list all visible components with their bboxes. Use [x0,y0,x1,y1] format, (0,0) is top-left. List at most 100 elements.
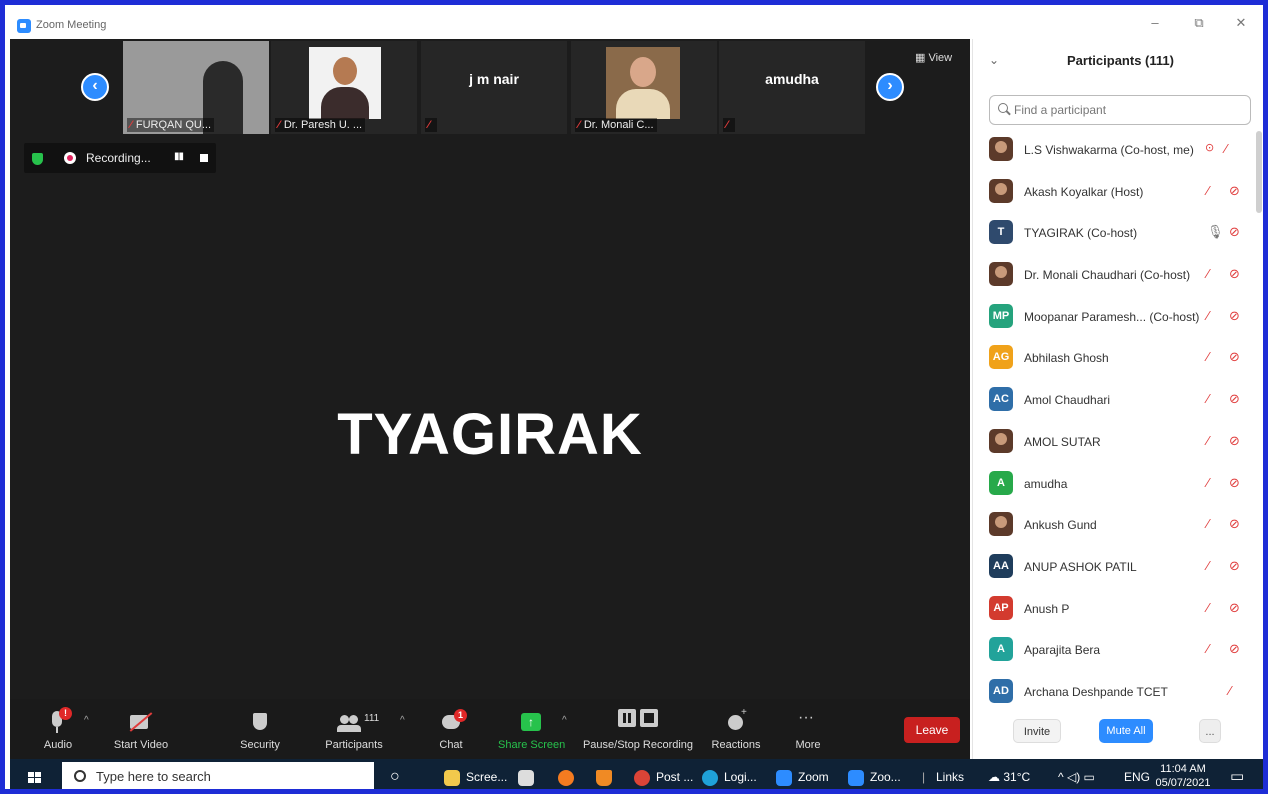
more-label: More [795,739,821,751]
share-screen-button[interactable]: ↑ Share Screen [498,707,566,751]
thumbnail-label: ⁄ [723,118,735,132]
video-off-icon: ⊘ [1229,474,1240,490]
participant-name: TYAGIRAK (Co-host) [1024,226,1138,241]
video-off-icon: ⊘ [1229,224,1240,240]
taskbar-app-chrome[interactable]: Post ... [634,759,693,789]
participant-name: L.S Vishwakarma (Co-host, me) [1024,143,1194,157]
participant-row[interactable]: Akash Koyalkar (Host) ⁄ ⊘ [973,171,1253,213]
taskbar-app-edge[interactable]: Logi... [702,759,757,789]
thumbnail-video[interactable]: ⁄ Dr. Paresh U. ... [271,41,417,134]
panel-more-button[interactable]: ... [1199,719,1221,743]
search-icon [998,103,1008,113]
share-options-caret[interactable]: ^ [562,715,567,726]
participant-name: AMOL SUTAR [1024,434,1101,449]
participants-button[interactable]: 111 Participants [322,707,386,751]
participant-row[interactable]: T TYAGIRAK (Co-host) 🎙 ⊘ [973,212,1253,254]
chrome-icon [634,769,650,786]
participant-row[interactable]: A Aparajita Bera ⁄ ⊘ [973,629,1253,671]
participant-row[interactable]: Aamudha ⁄ ⊘ [973,463,1253,505]
notification-icon[interactable]: ▭ [1230,759,1244,789]
firefox-icon[interactable] [558,759,580,789]
view-button[interactable]: ▦ View [915,51,952,64]
mute-all-button[interactable]: Mute All [1099,719,1153,743]
pause-recording-button[interactable]: ▮▮ [174,151,184,162]
participant-row[interactable]: AP Anush P ⁄ ⊘ [973,588,1253,630]
audio-options-caret[interactable]: ^ [84,715,89,726]
leave-button[interactable]: Leave [904,717,960,743]
close-button[interactable]: ✕ [1226,15,1256,31]
previous-page-button[interactable]: ‹ [81,73,109,101]
language-indicator[interactable]: ENG [1124,759,1150,789]
cortana-icon[interactable]: ○ [390,759,400,789]
thumbnail-label: ⁄ [425,118,437,132]
store-icon[interactable] [518,759,540,789]
taskbar-app-zoom[interactable]: Zoom [776,759,829,789]
microphone-muted-icon: ⁄ [1207,266,1210,282]
chat-button[interactable]: 1 Chat [430,707,472,751]
microphone-muted-icon: ⁄ [1207,557,1210,573]
share-screen-label: Share Screen [498,739,566,751]
participant-row[interactable]: AD Archana Deshpande TCET ⁄ [973,671,1253,713]
participant-row[interactable]: L.S Vishwakarma (Co-host, me) ⊙ ⁄ [973,129,1253,171]
thumbnail-label: ⁄ FURQAN QU... [127,118,215,132]
avatar [989,262,1013,287]
participant-search-input[interactable]: Find a participant [989,95,1251,125]
windows-start-button[interactable] [28,772,42,784]
video-off-icon: ⊘ [1229,432,1240,448]
next-page-button[interactable]: › [876,73,904,101]
security-shield-icon [234,707,286,735]
taskbar-app-zoom-2[interactable]: Zoo... [848,759,901,789]
participant-name: Aparajita Bera [1024,643,1101,658]
reactions-button[interactable]: + Reactions [710,707,762,751]
participant-row[interactable]: MP Moopanar Paramesh... (Co-host) ⁄ ⊘ [973,296,1253,338]
clock-date: 05/07/2021 [1155,777,1211,789]
links-toolbar[interactable]: Links [936,759,964,789]
participant-row[interactable]: Dr. Monali Chaudhari (Co-host) ⁄ ⊘ [973,254,1253,296]
reactions-label: Reactions [711,739,761,751]
participant-name: ANUP ASHOK PATIL [1024,559,1137,574]
participant-name: Moopanar Paramesh... (Co-host) [1024,309,1200,324]
microphone-muted-icon: ⁄ [1229,682,1232,698]
taskbar-app-screen[interactable]: Scree... [444,759,507,789]
zoom-icon [776,769,792,786]
participant-row[interactable]: AC Amol Chaudhari ⁄ ⊘ [973,379,1253,421]
participants-options-caret[interactable]: ^ [400,715,405,726]
stop-recording-button[interactable] [200,154,208,162]
microphone-muted-icon: ⁄ [1207,307,1210,323]
chat-label: Chat [439,739,463,751]
invite-button[interactable]: Invite [1013,719,1061,743]
thumbnail-video[interactable]: ⁄ FURQAN QU... [123,41,269,134]
avatar: AD [989,678,1013,703]
pause-stop-recording-label: Pause/Stop Recording [582,739,694,751]
thumbnail-video[interactable]: ⁄ Dr. Monali C... [571,41,717,134]
microphone-muted-icon: ⁄ [1207,641,1210,657]
microphone-muted-icon: ⁄ [1207,391,1210,407]
taskbar-search-box[interactable]: Type here to search [62,762,374,789]
more-button[interactable]: ··· More [788,707,828,751]
audio-button[interactable]: ! Audio [38,707,78,751]
participants-panel: ⌄ Participants (111) Find a participant … [972,39,1263,759]
thumbnail-video[interactable]: j m nair ⁄ [421,41,567,134]
pause-stop-recording-button[interactable]: Pause/Stop Recording [582,707,694,751]
taskbar-clock[interactable]: 11:04 AM 05/07/2021 [1154,762,1212,789]
restore-button[interactable]: ⧉ [1184,15,1214,31]
vlc-icon[interactable] [596,759,618,789]
participant-row[interactable]: AA ANUP ASHOK PATIL ⁄ ⊘ [973,546,1253,588]
minimize-button[interactable]: – [1140,15,1170,30]
security-button[interactable]: Security [234,707,286,751]
participant-row[interactable]: Ankush Gund ⁄ ⊘ [973,504,1253,546]
avatar: AC [989,387,1013,412]
thumbnail-label: ⁄ Dr. Paresh U. ... [275,118,366,132]
panel-scrollbar[interactable] [1256,131,1262,213]
thumbnail-video[interactable]: amudha ⁄ [719,41,865,134]
participant-name: Abhilash Ghosh [1024,351,1109,366]
video-off-icon: ⊘ [1229,641,1240,657]
participant-row[interactable]: AMOL SUTAR ⁄ ⊘ [973,421,1253,463]
system-tray-icons[interactable]: ^ ◁) ▭ [1058,759,1095,789]
microphone-muted-icon: ⁄ [1207,599,1210,615]
microphone-muted-icon: ⁄ [1207,349,1210,365]
pause-stop-icon [582,707,694,735]
weather-widget[interactable]: ☁ 31°C [988,759,1030,789]
start-video-button[interactable]: Start Video [106,707,176,751]
participant-row[interactable]: AG Abhilash Ghosh ⁄ ⊘ [973,337,1253,379]
